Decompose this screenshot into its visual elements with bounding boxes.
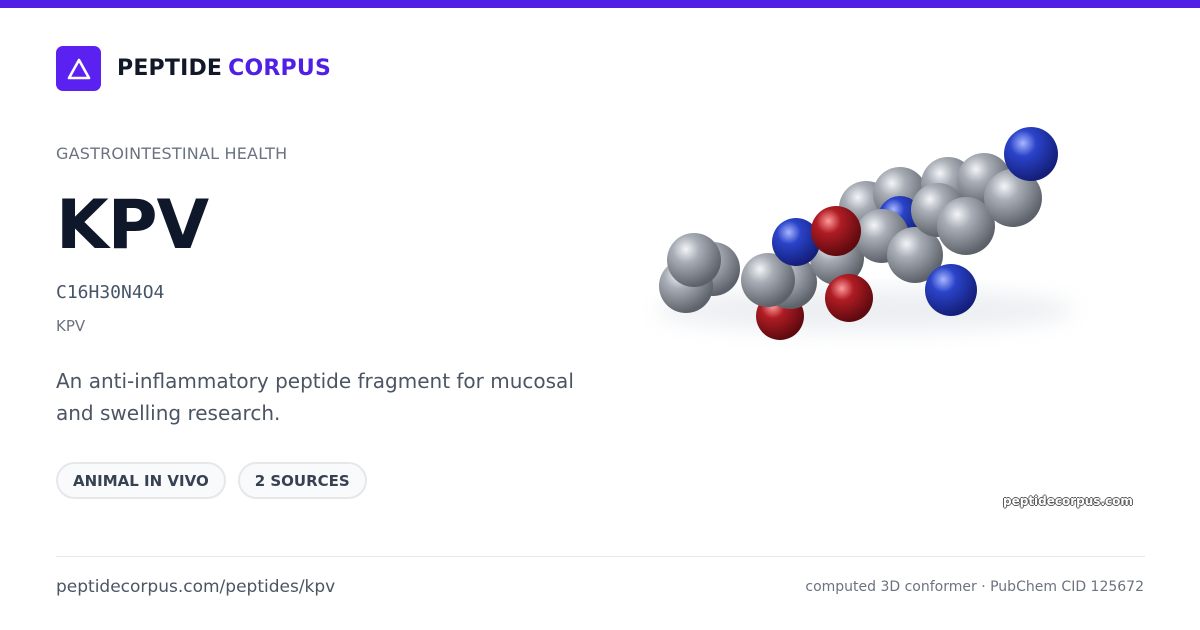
footer-divider — [56, 556, 1145, 557]
peptide-sequence: KPV — [56, 317, 86, 335]
tag-evidence: ANIMAL IN VIVO — [56, 462, 226, 499]
atom-carbon — [667, 233, 721, 287]
data-source-note: computed 3D conformer · PubChem CID 1256… — [805, 579, 1144, 595]
brand[interactable]: PEPTIDE CORPUS — [56, 46, 331, 91]
tag-list: ANIMAL IN VIVO 2 SOURCES — [56, 462, 367, 499]
atom-oxygen — [825, 274, 873, 322]
brand-name: PEPTIDE CORPUS — [117, 56, 331, 81]
tag-sources: 2 SOURCES — [237, 462, 367, 499]
atom-oxygen — [811, 206, 861, 256]
molecular-formula: C16H30N4O4 — [56, 282, 165, 303]
brand-word-peptide: PEPTIDE — [117, 56, 223, 81]
page-url-link[interactable]: peptidecorpus.com/peptides/kpv — [56, 577, 335, 597]
molecule-3d-render — [655, 127, 1075, 340]
peptide-description: An anti-inflammatory peptide fragment fo… — [56, 369, 574, 425]
peptide-category: GASTROINTESTINAL HEALTH — [56, 144, 288, 163]
atom-nitrogen — [925, 264, 977, 316]
atom-nitrogen — [1004, 127, 1058, 181]
triangle-icon — [56, 46, 101, 91]
peptide-name: KPV — [56, 186, 209, 265]
watermark: peptidecorpus.com — [1003, 494, 1133, 508]
accent-top-bar — [0, 0, 1200, 8]
brand-word-corpus: CORPUS — [228, 56, 331, 81]
